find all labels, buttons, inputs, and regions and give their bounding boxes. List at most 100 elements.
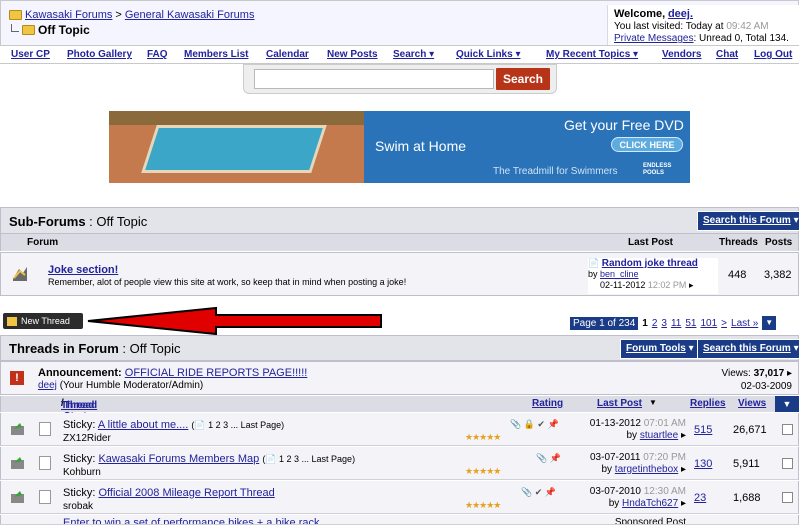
thread-flag-icons: 📎 ✔ 📌 (521, 487, 556, 497)
nav-photo-gallery[interactable]: Photo Gallery (67, 47, 132, 62)
nav-chat[interactable]: Chat (716, 47, 738, 62)
subforum-name-link[interactable]: Joke section! (48, 264, 118, 276)
column-menu-icon[interactable]: ▼ (775, 396, 799, 412)
banner-subtext: The Treadmill for Swimmers (493, 166, 618, 177)
thread-replies-link[interactable]: 23 (694, 492, 706, 504)
thread-row-partial: Enter to win a set of performance bikes … (0, 515, 799, 525)
folder-icon (9, 10, 22, 20)
thread-type-icon (39, 422, 51, 436)
thread-replies-link[interactable]: 130 (694, 458, 712, 470)
search-button[interactable]: Search (496, 68, 550, 90)
nav-members-list[interactable]: Members List (184, 47, 248, 62)
sort-replies-link[interactable]: Replies (690, 398, 726, 409)
thread-select-checkbox[interactable] (782, 492, 793, 503)
page-next[interactable]: > (721, 318, 727, 329)
thread-views: 1,688 (733, 492, 761, 504)
thread-flag-icons: 📎 📌 (536, 453, 561, 463)
threads-title: Threads in Forum : Off Topic (9, 341, 181, 356)
thread-row: Sticky: Official 2008 Mileage Report Thr… (0, 481, 799, 514)
last-visit-label: You last visited: Today at (614, 21, 724, 32)
threads-header: Threads in Forum : Off Topic Forum Tools… (0, 335, 799, 361)
breadcrumb-parent-link[interactable]: General Kawasaki Forums (125, 9, 255, 21)
subforum-posts-count: 3,382 (764, 269, 792, 281)
red-arrow-annotation (87, 306, 382, 336)
nav-new-posts[interactable]: New Posts (327, 47, 378, 62)
thread-select-checkbox[interactable] (782, 424, 793, 435)
search-this-forum-button-2[interactable]: Search this Forum ▾ (697, 339, 799, 359)
sort-desc-icon: ▼ (649, 398, 657, 407)
nav-my-recent-topics[interactable]: My Recent Topics ▾ (546, 47, 638, 62)
ad-banner[interactable]: Swim at Home Get your Free DVD CLICK HER… (109, 111, 690, 183)
last-poster-link[interactable]: stuartlee (640, 430, 678, 441)
last-post-author-link[interactable]: ben_cline (600, 269, 639, 279)
thread-title-link[interactable]: Official 2008 Mileage Report Thread (98, 487, 274, 499)
last-poster-link[interactable]: targetinthebox (615, 464, 678, 475)
banner-tagline: Swim at Home (375, 138, 467, 154)
tree-branch-icon (11, 24, 19, 32)
nav-log-out[interactable]: Log Out (754, 47, 792, 62)
announcement-title-link[interactable]: OFFICIAL RIDE REPORTS PAGE!!!!! (125, 367, 308, 379)
thread-row: Sticky: Kawasaki Forums Members Map (📄 1… (0, 447, 799, 480)
welcome-panel: Welcome, deej. You last visited: Today a… (607, 5, 799, 45)
sort-rating-link[interactable]: Rating (532, 398, 563, 409)
subforum-description: Remember, alot of people view this site … (48, 277, 407, 287)
thread-select-checkbox[interactable] (782, 458, 793, 469)
rating-stars-icon: ★★★★★ (465, 432, 501, 442)
page-last[interactable]: Last » (731, 318, 758, 329)
thread-starter: ZX12Rider (63, 433, 111, 444)
thread-replies-link[interactable]: 515 (694, 424, 712, 436)
thread-views: 5,911 (733, 458, 760, 470)
page-51[interactable]: 51 (685, 318, 696, 329)
page-3[interactable]: 3 (661, 318, 667, 329)
thread-last-post: 01-13-2012 07:01 AM by stuartlee ▸ (589, 418, 686, 441)
nav-faq[interactable]: FAQ (147, 47, 168, 62)
thread-pages[interactable]: (📄 1 2 3 ... Last Page) (191, 420, 284, 430)
nav-quick-links[interactable]: Quick Links ▾ (456, 47, 520, 62)
thread-views: 26,671 (733, 424, 767, 436)
forum-tools-button[interactable]: Forum Tools ▾ (620, 339, 700, 359)
banner-cta-button[interactable]: CLICK HERE (611, 137, 683, 152)
last-visit-time: 09:42 AM (726, 21, 769, 32)
private-messages-link[interactable]: Private Messages (614, 33, 693, 44)
breadcrumb-root-link[interactable]: Kawasaki Forums (25, 9, 112, 21)
thread-starter: Kohburn (63, 467, 101, 478)
sort-last-post-link[interactable]: Last Post (597, 398, 642, 409)
sponsored-label: Sponsored Post (614, 517, 686, 525)
thread-starter: srobak (63, 501, 94, 512)
thread-pages[interactable]: (📄 1 2 3 ... Last Page) (262, 454, 355, 464)
thread-flag-icons: 📎 🔒 ✔ 📌 (510, 419, 559, 429)
sponsored-thread-link[interactable]: Enter to win a set of performance bikes … (63, 517, 320, 524)
banner-logo: ENDLESS POOLS (643, 163, 672, 176)
pagination: Page 1 of 234 1 2 3 11 51 101 > Last » ▼ (570, 316, 777, 330)
pager-dropdown-icon[interactable]: ▼ (762, 316, 777, 330)
subforums-header: Sub-Forums : Off Topic Search this Forum… (0, 207, 799, 234)
threads-column-header: Thread / Thread Starter Rating Last Post… (0, 396, 799, 422)
username-link[interactable]: deej. (668, 8, 693, 20)
last-post-title-link[interactable]: Random joke thread (602, 258, 698, 269)
page-2[interactable]: 2 (652, 318, 658, 329)
sort-views-link[interactable]: Views (738, 398, 766, 409)
col-threads: Threads (719, 237, 758, 248)
page-101[interactable]: 101 (700, 318, 717, 329)
pool-image (109, 111, 364, 183)
announcement-author-link[interactable]: deej (38, 380, 57, 391)
search-input[interactable] (254, 69, 494, 89)
search-this-forum-button[interactable]: Search this Forum ▾ (697, 211, 799, 231)
thread-status-icon (11, 491, 24, 503)
thread-title-link[interactable]: A little about me.... (98, 419, 189, 431)
welcome-greeting: Welcome, (614, 8, 666, 20)
nav-search[interactable]: Search ▾ (393, 47, 434, 62)
last-poster-link[interactable]: HndaTch627 (622, 498, 678, 509)
announcement-icon: ! (10, 371, 24, 385)
goto-last-post-icon[interactable]: ▸ (689, 280, 694, 290)
nav-user-cp[interactable]: User CP (11, 47, 50, 62)
nav-vendors[interactable]: Vendors (662, 47, 701, 62)
thread-title-link[interactable]: Kawasaki Forums Members Map (98, 453, 259, 465)
new-thread-button[interactable]: New Thread (3, 313, 83, 329)
open-folder-icon (22, 25, 35, 35)
nav-calendar[interactable]: Calendar (266, 47, 309, 62)
subforums-column-header: Forum Last Post Threads Posts (0, 234, 799, 251)
thread-status-icon (11, 457, 24, 469)
page-11[interactable]: 11 (671, 318, 681, 329)
pm-counts: : Unread 0, Total 134. (693, 33, 789, 44)
